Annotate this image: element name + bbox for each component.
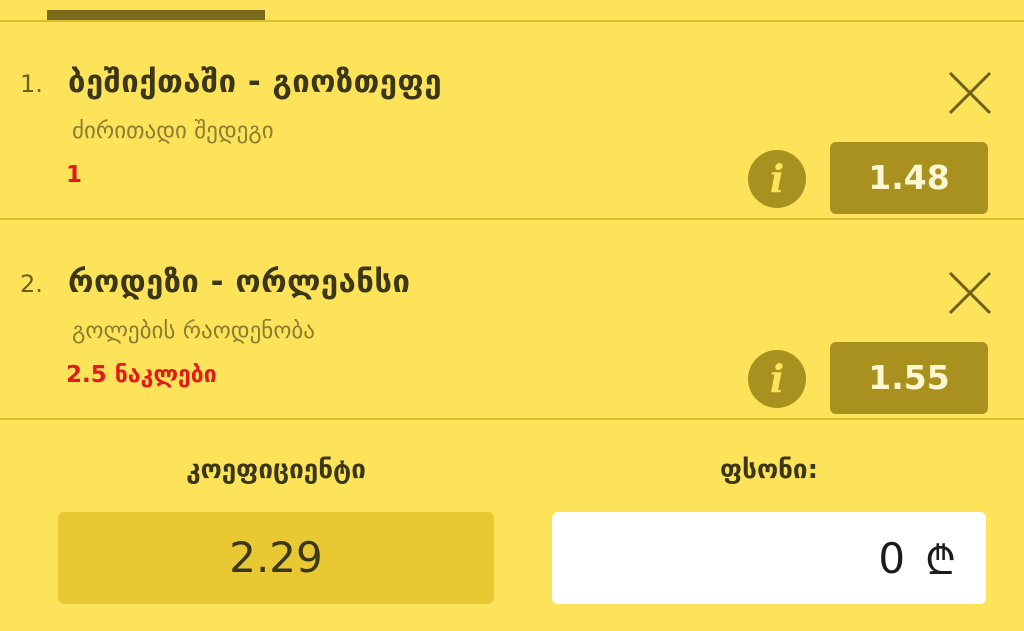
divider-bet-1 (0, 218, 1024, 220)
info-icon[interactable]: i (748, 150, 806, 208)
stake-value[interactable]: 0 (878, 534, 905, 583)
match-title: ბეშიქთაში - გიოზთეფე (68, 64, 443, 100)
lari-currency-icon: ₾ (925, 537, 956, 584)
remove-bet-close-icon[interactable] (946, 269, 994, 317)
bet-number: 2. (20, 270, 43, 298)
market-name: გოლების რაოდენობა (72, 318, 315, 344)
odds-button[interactable]: 1.55 (830, 342, 988, 414)
market-name: ძირითადი შედეგი (72, 118, 274, 144)
remove-bet-close-icon[interactable] (946, 69, 994, 117)
bet-number: 1. (20, 70, 43, 98)
stake-input[interactable]: 0 ₾ (552, 512, 986, 604)
bet-item-2: 2. როდეზი - ორლეანსი გოლების რაოდენობა 2… (0, 222, 1024, 417)
bet-item-1: 1. ბეშიქთაში - გიოზთეფე ძირითადი შედეგი … (0, 22, 1024, 217)
stake-label: ფსონი: (720, 455, 818, 485)
coefficient-label: კოეფიციენტი (186, 455, 366, 485)
divider-bet-2 (0, 418, 1024, 420)
selected-outcome: 2.5 ნაკლები (66, 362, 217, 388)
selected-outcome: 1 (66, 162, 83, 188)
total-coefficient: 2.29 (58, 512, 494, 604)
match-title: როდეზი - ორლეანსი (68, 264, 411, 300)
info-icon[interactable]: i (748, 350, 806, 408)
odds-button[interactable]: 1.48 (830, 142, 988, 214)
